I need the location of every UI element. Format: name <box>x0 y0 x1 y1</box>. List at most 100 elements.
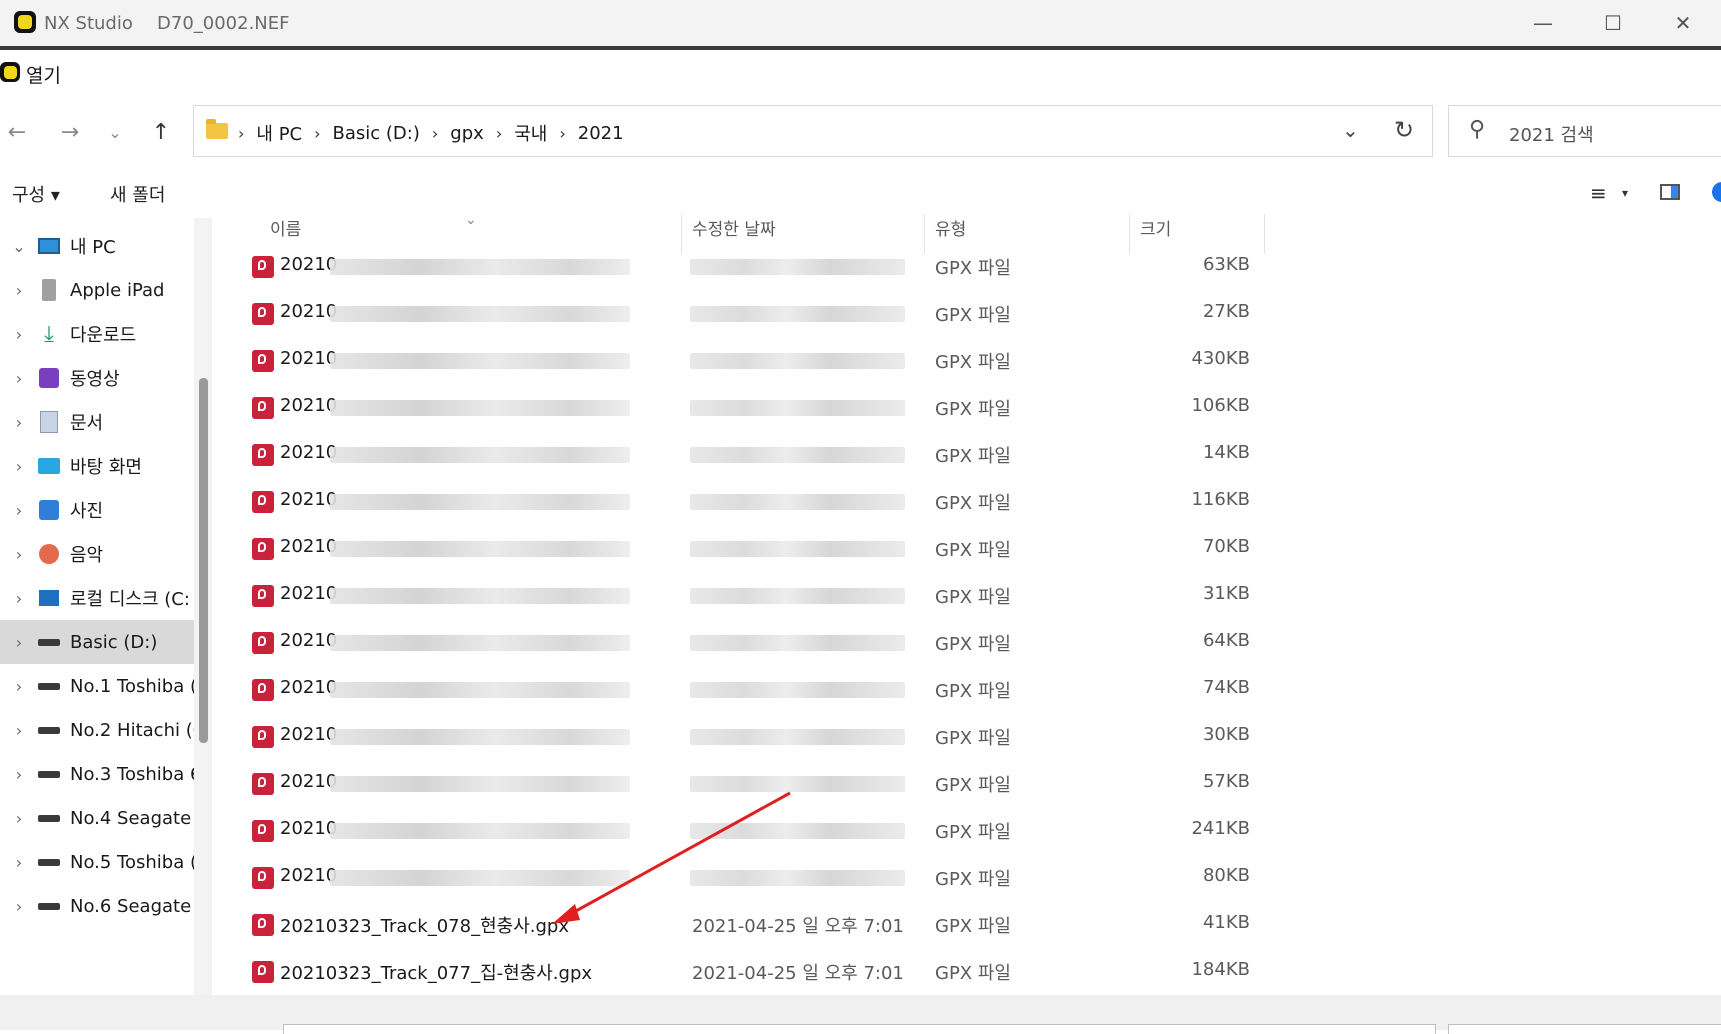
address-bar[interactable]: › 내 PC › Basic (D:) › gpx › 국내 › 2021 ⌄ … <box>193 105 1433 157</box>
file-type-select[interactable] <box>1448 1024 1721 1034</box>
nav-item-no3-toshiba[interactable]: › No.3 Toshiba 6 <box>0 752 195 796</box>
expand-chevron-icon[interactable]: › <box>0 633 38 652</box>
expand-chevron-icon[interactable]: › <box>0 765 38 784</box>
file-row[interactable]: 20210 GPX 파일 241KB <box>220 810 1250 857</box>
help-icon[interactable] <box>1712 182 1721 202</box>
search-placeholder: 2021 검색 <box>1509 125 1594 146</box>
nav-item-music[interactable]: › 음악 <box>0 532 195 576</box>
new-folder-button[interactable]: 새 폴더 <box>110 181 165 207</box>
expand-chevron-icon[interactable]: › <box>0 589 38 608</box>
expand-chevron-icon[interactable]: › <box>0 413 38 432</box>
file-size: 57KB <box>1202 771 1250 792</box>
redacted-file-name <box>330 682 630 698</box>
file-row[interactable]: 20210 GPX 파일 74KB <box>220 669 1250 716</box>
expand-chevron-icon[interactable]: › <box>0 721 38 740</box>
nav-item-label: 내 PC <box>70 237 116 258</box>
nav-item-downloads[interactable]: › ⤓ 다운로드 <box>0 312 195 356</box>
breadcrumb-item-my-pc[interactable]: 내 PC <box>256 120 302 146</box>
expand-chevron-icon[interactable]: › <box>0 897 38 916</box>
expand-chevron-icon[interactable]: › <box>0 281 38 300</box>
file-row[interactable]: 20210323_Track_078_현충사.gpx 2021-04-25 일 오… <box>220 904 1250 951</box>
gpx-file-icon <box>252 397 274 419</box>
nav-item-my-pc[interactable]: ⌄ 내 PC <box>0 224 195 268</box>
breadcrumb-item-basic-d[interactable]: Basic (D:) <box>333 123 420 144</box>
nav-item-label: Apple iPad <box>70 279 165 301</box>
gpx-file-icon <box>252 444 274 466</box>
file-row[interactable]: 20210 GPX 파일 430KB <box>220 340 1250 387</box>
redacted-modified-date <box>690 306 905 322</box>
preview-pane-icon[interactable] <box>1660 184 1680 200</box>
nav-item-no4-seagate[interactable]: › No.4 Seagate ( <box>0 796 195 840</box>
file-name-input[interactable] <box>283 1024 1436 1034</box>
nav-item-no6-seagate[interactable]: › No.6 Seagate ( <box>0 884 195 928</box>
recent-locations-button[interactable]: ⌄ <box>100 118 130 146</box>
nav-item-videos[interactable]: › 동영상 <box>0 356 195 400</box>
breadcrumb-item-gpx[interactable]: gpx <box>450 123 484 144</box>
file-row[interactable]: 20210 GPX 파일 27KB <box>220 293 1250 340</box>
view-options-icon[interactable]: ≡ <box>1590 181 1607 205</box>
music-icon <box>38 543 60 565</box>
file-row[interactable]: 20210323_Track_077_집-현충사.gpx 2021-04-25 일… <box>220 951 1250 998</box>
file-row[interactable]: 20210 GPX 파일 64KB <box>220 622 1250 669</box>
file-row[interactable]: 20210 GPX 파일 116KB <box>220 481 1250 528</box>
up-button[interactable]: ↑ <box>146 118 176 146</box>
file-row[interactable]: 20210 GPX 파일 14KB <box>220 434 1250 481</box>
redacted-modified-date <box>690 588 905 604</box>
expand-chevron-icon[interactable]: › <box>0 545 38 564</box>
file-type: GPX 파일 <box>935 587 1011 608</box>
expand-chevron-icon[interactable]: › <box>0 677 38 696</box>
back-button[interactable]: ← <box>2 118 32 146</box>
expand-chevron-icon[interactable]: › <box>0 369 38 388</box>
close-button[interactable]: ✕ <box>1660 6 1706 40</box>
drive-icon <box>38 807 60 829</box>
gpx-file-icon <box>252 350 274 372</box>
file-row[interactable]: 20210 GPX 파일 31KB <box>220 575 1250 622</box>
search-input[interactable]: ⚲ 2021 검색 <box>1448 105 1721 157</box>
view-options-caret-icon[interactable]: ▾ <box>1622 186 1628 200</box>
expand-chevron-icon[interactable]: › <box>0 501 38 520</box>
refresh-icon[interactable]: ↻ <box>1394 116 1414 144</box>
expand-chevron-icon[interactable]: › <box>0 325 38 344</box>
expand-chevron-icon[interactable]: › <box>0 853 38 872</box>
gpx-file-icon <box>252 632 274 654</box>
nav-item-no1-toshiba[interactable]: › No.1 Toshiba (I <box>0 664 195 708</box>
nav-item-no5-toshiba[interactable]: › No.5 Toshiba (. <box>0 840 195 884</box>
expand-chevron-icon[interactable]: › <box>0 809 38 828</box>
file-row[interactable]: 20210 GPX 파일 63KB <box>220 246 1250 293</box>
nav-item-basic-d[interactable]: › Basic (D:) <box>0 620 195 664</box>
expand-chevron-icon[interactable]: › <box>0 457 38 476</box>
nav-item-label: 다운로드 <box>70 325 137 346</box>
nav-item-no2-hitachi[interactable]: › No.2 Hitachi (G <box>0 708 195 752</box>
nav-item-local-disk-c[interactable]: › 로컬 디스크 (C: <box>0 576 195 620</box>
maximize-button[interactable]: ☐ <box>1590 6 1636 40</box>
file-row[interactable]: 20210 GPX 파일 70KB <box>220 528 1250 575</box>
file-row[interactable]: 20210 GPX 파일 106KB <box>220 387 1250 434</box>
breadcrumb-separator[interactable]: › <box>314 124 320 143</box>
file-type: GPX 파일 <box>935 258 1011 279</box>
address-dropdown-chevron-icon[interactable]: ⌄ <box>1342 118 1359 142</box>
breadcrumb-separator[interactable]: › <box>559 124 565 143</box>
redacted-modified-date <box>690 494 905 510</box>
desktop-icon <box>38 455 60 477</box>
nav-item-desktop[interactable]: › 바탕 화면 <box>0 444 195 488</box>
nav-item-pictures[interactable]: › 사진 <box>0 488 195 532</box>
file-type: GPX 파일 <box>935 822 1011 843</box>
breadcrumb-item-domestic[interactable]: 국내 <box>514 120 547 146</box>
file-type: GPX 파일 <box>935 540 1011 561</box>
organize-button[interactable]: 구성 ▾ <box>12 181 60 207</box>
breadcrumb-item-2021[interactable]: 2021 <box>578 123 624 144</box>
nav-item-apple-ipad[interactable]: › Apple iPad <box>0 268 195 312</box>
redacted-modified-date <box>690 776 905 792</box>
nav-item-documents[interactable]: › 문서 <box>0 400 195 444</box>
file-name: 20210 <box>280 865 338 886</box>
forward-button[interactable]: → <box>55 118 85 146</box>
file-row[interactable]: 20210 GPX 파일 30KB <box>220 716 1250 763</box>
file-name: 20210 <box>280 442 338 463</box>
breadcrumb-separator[interactable]: › <box>496 124 502 143</box>
breadcrumb-separator[interactable]: › <box>432 124 438 143</box>
collapse-chevron-icon[interactable]: ⌄ <box>0 237 38 256</box>
file-row[interactable]: 20210 GPX 파일 80KB <box>220 857 1250 904</box>
file-row[interactable]: 20210 GPX 파일 57KB <box>220 763 1250 810</box>
minimize-button[interactable]: — <box>1520 6 1566 40</box>
nav-scrollbar-thumb[interactable] <box>199 378 208 743</box>
